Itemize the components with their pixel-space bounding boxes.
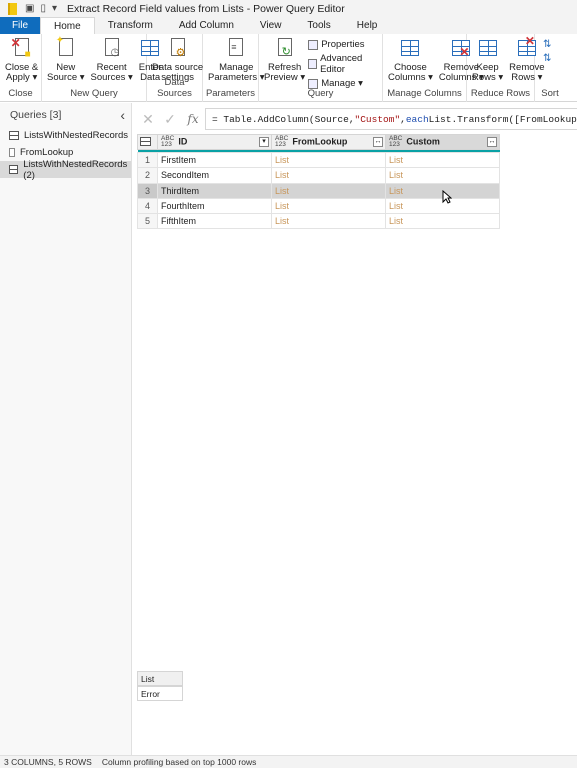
tab-home[interactable]: Home: [40, 17, 95, 34]
query-item-lists-with-nested-records-2[interactable]: ListsWithNestedRecords (2): [0, 159, 131, 181]
cell-id[interactable]: FirstItem: [157, 151, 272, 169]
cell-list-link[interactable]: List: [385, 167, 500, 184]
filter-dropdown-icon[interactable]: ▾: [259, 137, 269, 147]
power-bi-logo-icon: [8, 2, 17, 15]
expand-column-icon[interactable]: ↔: [373, 137, 383, 147]
queries-pane: Queries [3] ‹ ListsWithNestedRecords Fro…: [0, 103, 132, 755]
cell-list-link[interactable]: List: [271, 213, 386, 230]
cell-preview-pane: List Error: [137, 671, 183, 701]
tab-file[interactable]: File: [0, 17, 40, 34]
sort-descending-button[interactable]: ⇅: [543, 53, 551, 64]
table-menu-button[interactable]: [137, 134, 158, 150]
row-number[interactable]: 3: [137, 182, 158, 199]
refresh-icon: ↻: [274, 37, 296, 61]
mouse-cursor-icon: [442, 190, 452, 204]
cell-list-link[interactable]: List: [271, 167, 386, 184]
sort-descending-icon: ⇅: [543, 53, 552, 64]
data-source-settings-icon: ⚙: [167, 37, 189, 61]
formula-bar: ✕ ✓ fx = Table.AddColumn(Source, "Custom…: [137, 107, 577, 131]
column-header-fromlookup[interactable]: ABC 123 FromLookup ↔: [271, 134, 386, 150]
formula-input[interactable]: = Table.AddColumn(Source, "Custom", each…: [205, 108, 577, 130]
group-query: ↻ Refresh Preview ▾ Properties Advanced …: [259, 34, 383, 102]
data-grid: ABC 123 ID ▾ ABC 123 FromLookup ↔ ABC 123 C…: [137, 134, 500, 230]
confirm-formula-button[interactable]: ✓: [159, 111, 181, 128]
advanced-editor-icon: [308, 59, 318, 69]
table-icon: [140, 136, 151, 146]
column-header-custom[interactable]: ABC 123 Custom ↔: [385, 134, 500, 150]
row-number[interactable]: 4: [137, 197, 158, 215]
cell-list-link[interactable]: List: [385, 213, 500, 230]
query-item-lists-with-nested-records[interactable]: ListsWithNestedRecords: [0, 127, 131, 144]
manage-parameters-icon: ≡: [225, 37, 247, 61]
preview-value[interactable]: Error: [137, 686, 183, 701]
cell-list-link[interactable]: List: [271, 197, 386, 215]
group-close: ✕ ■ Close & Apply ▾ Close: [0, 34, 42, 102]
ribbon-tabs: File Home Transform Add Column View Tool…: [0, 17, 577, 34]
group-data-sources: ⚙ Data source settings Data Sources: [147, 34, 203, 102]
keep-rows-icon: [477, 37, 499, 61]
group-new-query: ✦ New Source ▾ ◷ Recent Sources ▾ Enter …: [42, 34, 162, 102]
new-source-icon: ✦: [55, 35, 77, 61]
ribbon: ✕ ■ Close & Apply ▾ Close ✦ New Source ▾ …: [0, 34, 577, 102]
choose-columns-icon: [399, 37, 421, 61]
group-manage-columns: Choose Columns ▾ ✕ Remove Columns ▾ Mana…: [383, 34, 484, 102]
column-profiling-status[interactable]: Column profiling based on top 1000 rows: [102, 757, 257, 767]
row-number[interactable]: 1: [137, 151, 158, 169]
manage-icon: [308, 78, 319, 89]
list-icon: [9, 148, 15, 157]
tab-help[interactable]: Help: [344, 17, 391, 34]
table-icon: [9, 131, 19, 140]
row-number[interactable]: 5: [137, 213, 158, 230]
cell-list-link[interactable]: List: [271, 182, 386, 199]
preview-header: List: [137, 671, 183, 686]
properties-icon: [308, 39, 319, 50]
cell-id[interactable]: FourthItem: [157, 197, 272, 215]
tab-transform[interactable]: Transform: [95, 17, 166, 34]
close-apply-icon: ✕ ■: [10, 36, 31, 60]
collapse-pane-icon[interactable]: ‹: [120, 107, 125, 123]
cell-id[interactable]: SecondItem: [157, 167, 272, 184]
recent-sources-icon: ◷: [101, 37, 123, 61]
group-reduce-rows: Keep Rows ▾ ✕ Remove Rows ▾ Reduce Rows: [467, 34, 545, 102]
table-icon: [9, 165, 19, 174]
cell-list-link[interactable]: List: [385, 151, 500, 169]
advanced-editor-button[interactable]: Advanced Editor: [308, 53, 380, 75]
cancel-formula-button[interactable]: ✕: [137, 111, 159, 128]
status-bar: 3 COLUMNS, 5 ROWS Column profiling based…: [0, 755, 577, 768]
quick-access-dropdown-icon[interactable]: ▾: [52, 3, 57, 14]
cell-id[interactable]: FifthItem: [157, 213, 272, 230]
properties-button[interactable]: Properties: [308, 39, 380, 50]
cell-list-link[interactable]: List: [271, 151, 386, 169]
status-summary: 3 COLUMNS, 5 ROWS: [4, 757, 92, 767]
window-title: Extract Record Field values from Lists -…: [67, 2, 345, 15]
sort-ascending-button[interactable]: ⇅: [543, 39, 551, 50]
queries-header: Queries [3]: [10, 109, 62, 121]
column-header-id[interactable]: ABC 123 ID ▾: [157, 134, 272, 150]
expand-column-icon[interactable]: ↔: [487, 137, 497, 147]
group-sort: ⇅ ⇅ Sort: [541, 39, 559, 99]
fx-icon[interactable]: fx: [181, 112, 205, 126]
table-row: 5 FifthItem List List: [137, 213, 500, 230]
undo-icon[interactable]: ▯: [40, 3, 46, 14]
table-row: 2 SecondItem List List: [137, 167, 500, 184]
tab-view[interactable]: View: [247, 17, 295, 34]
type-any-icon[interactable]: ABC 123: [275, 135, 288, 148]
row-number[interactable]: 2: [137, 167, 158, 184]
tab-tools[interactable]: Tools: [294, 17, 343, 34]
save-icon[interactable]: ▣: [25, 3, 34, 14]
tab-add-column[interactable]: Add Column: [166, 17, 247, 34]
table-row: 1 FirstItem List List: [137, 151, 500, 169]
sort-ascending-icon: ⇅: [543, 39, 552, 50]
group-parameters: ≡ Manage Parameters ▾ Parameters: [203, 34, 265, 102]
type-any-icon[interactable]: ABC 123: [161, 135, 174, 148]
cell-id[interactable]: ThirdItem: [157, 182, 272, 199]
type-any-icon[interactable]: ABC 123: [389, 135, 402, 148]
title-bar: ▣ ▯ ▾ Extract Record Field values from L…: [0, 0, 577, 17]
